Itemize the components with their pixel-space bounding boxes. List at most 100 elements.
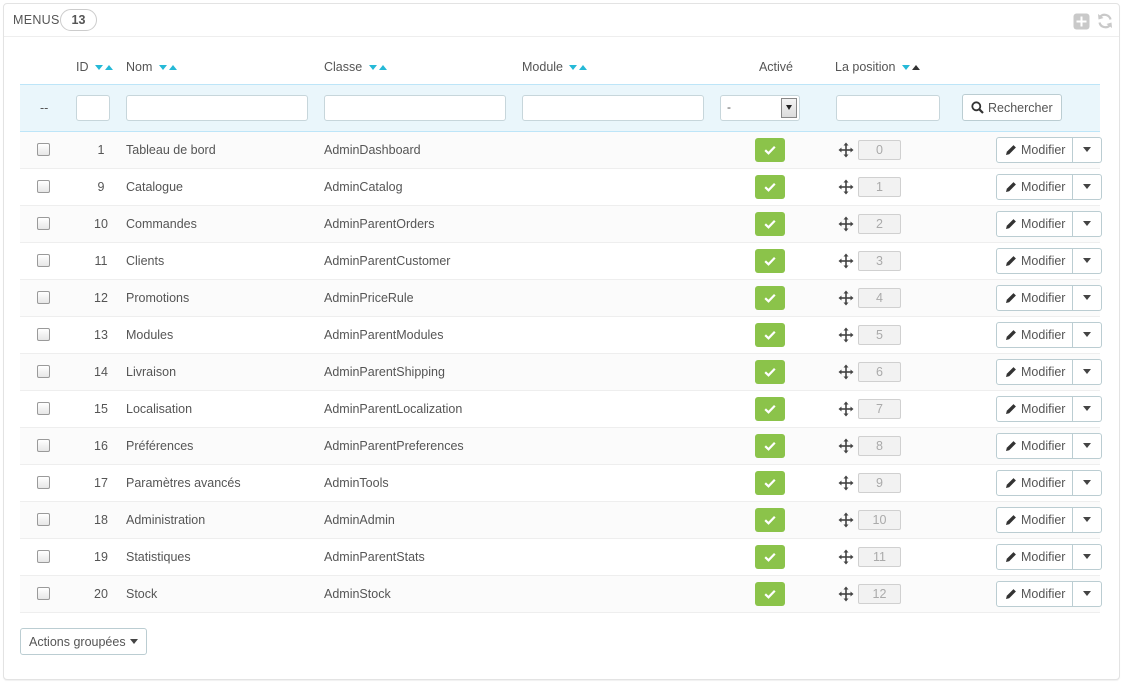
row-checkbox[interactable]: [37, 401, 50, 415]
row-actions-dropdown[interactable]: [1073, 395, 1103, 422]
move-icon[interactable]: [838, 290, 854, 306]
sort-asc-icon[interactable]: [104, 65, 113, 71]
row-checkbox[interactable]: [37, 512, 50, 526]
edit-button[interactable]: Modifier: [996, 580, 1074, 607]
edit-button[interactable]: Modifier: [996, 247, 1074, 274]
sort-desc-icon[interactable]: [158, 65, 167, 71]
col-actions: [957, 51, 1100, 84]
edit-button[interactable]: Modifier: [996, 543, 1074, 570]
sort-asc-icon[interactable]: [378, 65, 387, 71]
row-checkbox[interactable]: [37, 475, 50, 489]
row-checkbox[interactable]: [37, 438, 50, 452]
filter-class-input[interactable]: [324, 94, 506, 121]
active-toggle[interactable]: [755, 211, 785, 236]
sort-desc-icon[interactable]: [901, 65, 910, 71]
row-actions-dropdown[interactable]: [1073, 469, 1103, 496]
edit-button[interactable]: Modifier: [996, 395, 1074, 422]
edit-button[interactable]: Modifier: [996, 284, 1074, 311]
row-name: Localisation: [126, 390, 324, 428]
sort-asc-icon[interactable]: [168, 65, 177, 71]
row-checkbox[interactable]: [37, 216, 50, 230]
refresh-icon[interactable]: [1096, 12, 1114, 30]
active-toggle[interactable]: [755, 137, 785, 162]
col-id[interactable]: ID: [76, 51, 126, 84]
row-checkbox[interactable]: [37, 549, 50, 563]
sort-asc-active-icon[interactable]: [911, 65, 920, 71]
sort-desc-icon[interactable]: [368, 65, 377, 71]
row-actions-dropdown[interactable]: [1073, 210, 1103, 237]
active-toggle[interactable]: [755, 248, 785, 273]
active-toggle[interactable]: [755, 174, 785, 199]
row-actions-dropdown[interactable]: [1073, 247, 1103, 274]
filter-id-input[interactable]: [76, 94, 110, 121]
row-actions-dropdown[interactable]: [1073, 358, 1103, 385]
active-toggle[interactable]: [755, 507, 785, 532]
sort-desc-icon[interactable]: [569, 65, 578, 71]
pencil-icon: [1006, 588, 1016, 599]
filter-active-select[interactable]: -: [720, 94, 800, 121]
chevron-down-icon[interactable]: [781, 97, 797, 118]
active-toggle[interactable]: [755, 359, 785, 384]
move-icon[interactable]: [838, 216, 854, 232]
edit-button[interactable]: Modifier: [996, 432, 1074, 459]
row-checkbox[interactable]: [37, 290, 50, 304]
active-toggle[interactable]: [755, 544, 785, 569]
col-name[interactable]: Nom: [126, 51, 324, 84]
row-actions: Modifier: [996, 358, 1103, 385]
edit-button[interactable]: Modifier: [996, 506, 1074, 533]
position-cell: 5: [832, 324, 957, 345]
move-icon[interactable]: [838, 327, 854, 343]
row-checkbox[interactable]: [37, 253, 50, 267]
row-actions-dropdown[interactable]: [1073, 321, 1103, 348]
row-checkbox[interactable]: [37, 142, 50, 156]
move-icon[interactable]: [838, 364, 854, 380]
active-toggle[interactable]: [755, 396, 785, 421]
menus-table: ID Nom Classe Module Activé La position: [20, 51, 1103, 613]
check-icon: [764, 293, 776, 303]
edit-button[interactable]: Modifier: [996, 469, 1074, 496]
filter-name-input[interactable]: [126, 94, 308, 121]
row-actions-dropdown[interactable]: [1073, 284, 1103, 311]
row-actions-dropdown[interactable]: [1073, 580, 1103, 607]
col-class[interactable]: Classe: [324, 51, 522, 84]
col-module[interactable]: Module: [522, 51, 720, 84]
edit-button[interactable]: Modifier: [996, 358, 1074, 385]
move-icon[interactable]: [838, 438, 854, 454]
edit-button[interactable]: Modifier: [996, 321, 1074, 348]
row-checkbox[interactable]: [37, 364, 50, 378]
filter-position-input[interactable]: [836, 94, 940, 121]
move-icon[interactable]: [838, 401, 854, 417]
count-badge: 13: [60, 9, 97, 31]
row-actions-dropdown[interactable]: [1073, 506, 1103, 533]
move-icon[interactable]: [838, 179, 854, 195]
active-toggle[interactable]: [755, 433, 785, 458]
check-icon: [764, 219, 776, 229]
row-actions-dropdown[interactable]: [1073, 136, 1103, 163]
active-toggle[interactable]: [755, 322, 785, 347]
move-icon[interactable]: [838, 586, 854, 602]
edit-button[interactable]: Modifier: [996, 210, 1074, 237]
sort-asc-icon[interactable]: [579, 65, 588, 71]
col-position[interactable]: La position: [832, 51, 957, 84]
row-checkbox[interactable]: [37, 327, 50, 341]
row-actions-dropdown[interactable]: [1073, 432, 1103, 459]
move-icon[interactable]: [838, 142, 854, 158]
active-toggle[interactable]: [755, 581, 785, 606]
row-checkbox[interactable]: [37, 179, 50, 193]
row-actions-dropdown[interactable]: [1073, 543, 1103, 570]
edit-button[interactable]: Modifier: [996, 173, 1074, 200]
active-toggle[interactable]: [755, 470, 785, 495]
plus-square-icon[interactable]: [1072, 12, 1090, 30]
move-icon[interactable]: [838, 512, 854, 528]
edit-button[interactable]: Modifier: [996, 136, 1074, 163]
move-icon[interactable]: [838, 475, 854, 491]
search-button[interactable]: Rechercher: [962, 94, 1062, 121]
move-icon[interactable]: [838, 549, 854, 565]
filter-module-input[interactable]: [522, 94, 704, 121]
sort-desc-icon[interactable]: [94, 65, 103, 71]
row-actions-dropdown[interactable]: [1073, 173, 1103, 200]
move-icon[interactable]: [838, 253, 854, 269]
bulk-actions-button[interactable]: Actions groupées: [20, 628, 147, 655]
active-toggle[interactable]: [755, 285, 785, 310]
row-checkbox[interactable]: [37, 586, 50, 600]
